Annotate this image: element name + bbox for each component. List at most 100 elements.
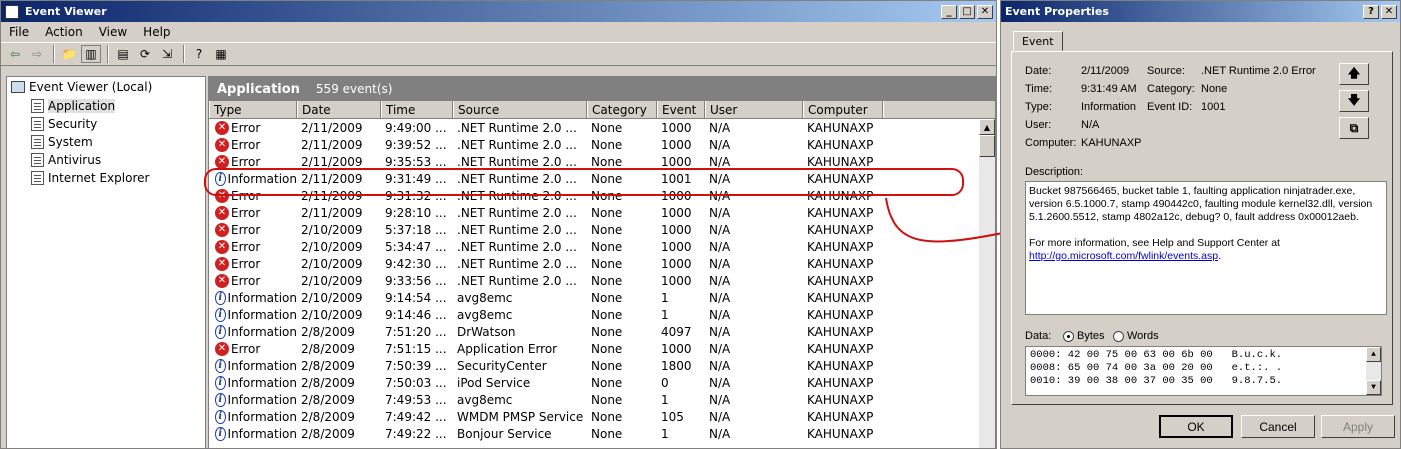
table-row[interactable]: i Information 2/8/2009 7:50:39 ... SecurityC… bbox=[209, 357, 995, 374]
forward-arrow-icon[interactable]: ⇨ bbox=[27, 45, 47, 63]
data-box[interactable]: 0000: 42 00 75 00 63 00 6b 00 B.u.c.k. 0… bbox=[1025, 346, 1382, 396]
cell-source: .NET Runtime 2.0 ... bbox=[457, 154, 577, 169]
maximize-button[interactable]: □ bbox=[959, 4, 975, 19]
cell-computer: KAHUNAXP bbox=[807, 290, 874, 305]
cell-date: 2/8/2009 bbox=[301, 324, 355, 339]
tree-item-system[interactable]: System bbox=[7, 133, 205, 151]
back-arrow-icon[interactable]: ⇦ bbox=[5, 45, 25, 63]
category-value: None bbox=[1201, 83, 1228, 95]
cell-computer: KAHUNAXP bbox=[807, 409, 874, 424]
ok-button[interactable]: OK bbox=[1159, 415, 1233, 438]
help-icon[interactable]: ? bbox=[189, 45, 209, 63]
radio-bytes-selected[interactable] bbox=[1063, 330, 1074, 342]
table-row[interactable]: i Information 2/8/2009 7:51:20 ... DrWatson N… bbox=[209, 323, 995, 340]
date-value: 2/11/2009 bbox=[1081, 65, 1130, 77]
cancel-button[interactable]: Cancel bbox=[1241, 415, 1315, 438]
data-scroll-up-icon[interactable]: ▲ bbox=[1366, 347, 1381, 362]
help-link[interactable]: http://go.microsoft.com/fwlink/events.as… bbox=[1029, 250, 1218, 262]
dialog-title: Event Properties bbox=[1005, 5, 1109, 18]
scroll-thumb[interactable] bbox=[979, 135, 995, 157]
menu-file[interactable]: File bbox=[1, 25, 37, 39]
export-list-icon[interactable]: ⇲ bbox=[157, 45, 177, 63]
table-row[interactable]: ✕ Error 2/11/2009 9:39:52 ... .NET Runtime 2… bbox=[209, 136, 995, 153]
help-button[interactable]: ? bbox=[1363, 4, 1379, 19]
menu-help[interactable]: Help bbox=[135, 25, 178, 39]
col-type[interactable]: Type bbox=[209, 101, 297, 118]
data-scroll-down-icon[interactable]: ▼ bbox=[1366, 380, 1381, 395]
table-row[interactable]: i Information 2/8/2009 7:49:22 ... Bonjour S… bbox=[209, 425, 995, 442]
tree-root[interactable]: Event Viewer (Local) bbox=[7, 77, 205, 97]
cell-type: ✕ Error bbox=[209, 256, 297, 271]
menu-action[interactable]: Action bbox=[37, 25, 91, 39]
minimize-button[interactable]: _ bbox=[941, 4, 957, 19]
cell-event: 1 bbox=[661, 307, 669, 322]
col-category[interactable]: Category bbox=[587, 101, 657, 118]
type-text: Information bbox=[227, 290, 297, 305]
copy-button[interactable]: ⧉ bbox=[1339, 117, 1369, 139]
table-row[interactable]: ✕ Error 2/10/2009 9:33:56 ... .NET Runtime 2… bbox=[209, 272, 995, 289]
menu-view[interactable]: View bbox=[91, 25, 135, 39]
table-row[interactable]: i Information 2/10/2009 9:14:46 ... avg8emc N… bbox=[209, 306, 995, 323]
col-computer[interactable]: Computer bbox=[803, 101, 883, 118]
cell-time: 9:14:54 ... bbox=[385, 290, 447, 305]
table-row[interactable]: i Information 2/8/2009 7:50:03 ... iPod Serv… bbox=[209, 374, 995, 391]
scroll-up-icon[interactable]: ▲ bbox=[979, 119, 995, 135]
col-source[interactable]: Source bbox=[453, 101, 587, 118]
information-icon: i bbox=[215, 324, 226, 339]
table-row[interactable]: i Information 2/8/2009 7:49:53 ... avg8emc No… bbox=[209, 391, 995, 408]
refresh-icon[interactable]: ⟳ bbox=[135, 45, 155, 63]
log-icon bbox=[31, 153, 44, 167]
cell-computer: KAHUNAXP bbox=[807, 120, 874, 135]
cell-type: ✕ Error bbox=[209, 137, 297, 152]
bytes-radio[interactable]: Bytes bbox=[1063, 330, 1105, 342]
table-row[interactable]: ✕ Error 2/10/2009 9:42:30 ... .NET Runtime 2… bbox=[209, 255, 995, 272]
table-row[interactable]: ✕ Error 2/11/2009 9:49:00 ... .NET Runtime 2… bbox=[209, 119, 995, 136]
tab-event[interactable]: Event bbox=[1013, 31, 1063, 51]
cell-computer: KAHUNAXP bbox=[807, 358, 874, 373]
cell-user: N/A bbox=[709, 375, 731, 390]
vertical-scrollbar[interactable]: ▲ bbox=[979, 119, 995, 448]
cell-computer: KAHUNAXP bbox=[807, 154, 874, 169]
col-user[interactable]: User bbox=[705, 101, 803, 118]
tree-item-internet-explorer[interactable]: Internet Explorer bbox=[7, 169, 205, 187]
previous-event-button[interactable]: 🡅 bbox=[1339, 63, 1369, 85]
cell-user: N/A bbox=[709, 307, 731, 322]
table-row[interactable]: ✕ Error 2/11/2009 9:28:10 ... .NET Runtime 2… bbox=[209, 204, 995, 221]
cell-type: i Information bbox=[209, 290, 297, 305]
arrow-curve bbox=[885, 197, 1019, 243]
table-row[interactable]: ✕ Error 2/8/2009 7:51:15 ... Application Err… bbox=[209, 340, 995, 357]
tree-root-label: Event Viewer (Local) bbox=[29, 80, 153, 94]
dialog-title-bar: Event Properties ? ✕ bbox=[1001, 1, 1400, 22]
col-event[interactable]: Event bbox=[657, 101, 705, 118]
col-date[interactable]: Date bbox=[297, 101, 381, 118]
words-radio[interactable]: Words bbox=[1113, 330, 1159, 342]
column-headers: Type Date Time Source Category Event Use… bbox=[209, 101, 995, 119]
table-row[interactable]: ✕ Error 2/10/2009 5:37:18 ... .NET Runtime 2… bbox=[209, 221, 995, 238]
close-button[interactable]: ✕ bbox=[977, 4, 993, 19]
tree-item-application[interactable]: Application bbox=[7, 97, 205, 115]
apply-button[interactable]: Apply bbox=[1321, 415, 1395, 438]
cell-event: 1000 bbox=[661, 120, 692, 135]
cell-event: 1000 bbox=[661, 239, 692, 254]
show-hide-tree-icon[interactable]: ▥ bbox=[81, 45, 101, 63]
dialog-close-button[interactable]: ✕ bbox=[1381, 4, 1397, 19]
mmc-icon[interactable]: ▦ bbox=[211, 45, 231, 63]
next-event-button[interactable]: 🡇 bbox=[1339, 90, 1369, 112]
tree-item-security[interactable]: Security bbox=[7, 115, 205, 133]
table-row[interactable]: ✕ Error 2/10/2009 5:34:47 ... .NET Runtime 2… bbox=[209, 238, 995, 255]
cell-category: None bbox=[591, 273, 623, 288]
table-row[interactable]: i Information 2/10/2009 9:14:54 ... avg8emc N… bbox=[209, 289, 995, 306]
data-scrollbar[interactable]: ▲ ▼ bbox=[1366, 347, 1381, 395]
cell-event: 1000 bbox=[661, 205, 692, 220]
radio-words[interactable] bbox=[1113, 330, 1124, 342]
cell-user: N/A bbox=[709, 273, 731, 288]
source-value: .NET Runtime 2.0 Error bbox=[1201, 65, 1316, 77]
properties-icon[interactable]: ▤ bbox=[113, 45, 133, 63]
up-folder-icon[interactable]: 📁 bbox=[59, 45, 79, 63]
cell-date: 2/11/2009 bbox=[301, 120, 363, 135]
tree-item-antivirus[interactable]: Antivirus bbox=[7, 151, 205, 169]
table-row[interactable]: i Information 2/8/2009 7:49:42 ... WMDM PMSP… bbox=[209, 408, 995, 425]
cell-category: None bbox=[591, 409, 623, 424]
col-time[interactable]: Time bbox=[381, 101, 453, 118]
description-box[interactable]: Bucket 987566465, bucket table 1, faulti… bbox=[1025, 181, 1387, 315]
